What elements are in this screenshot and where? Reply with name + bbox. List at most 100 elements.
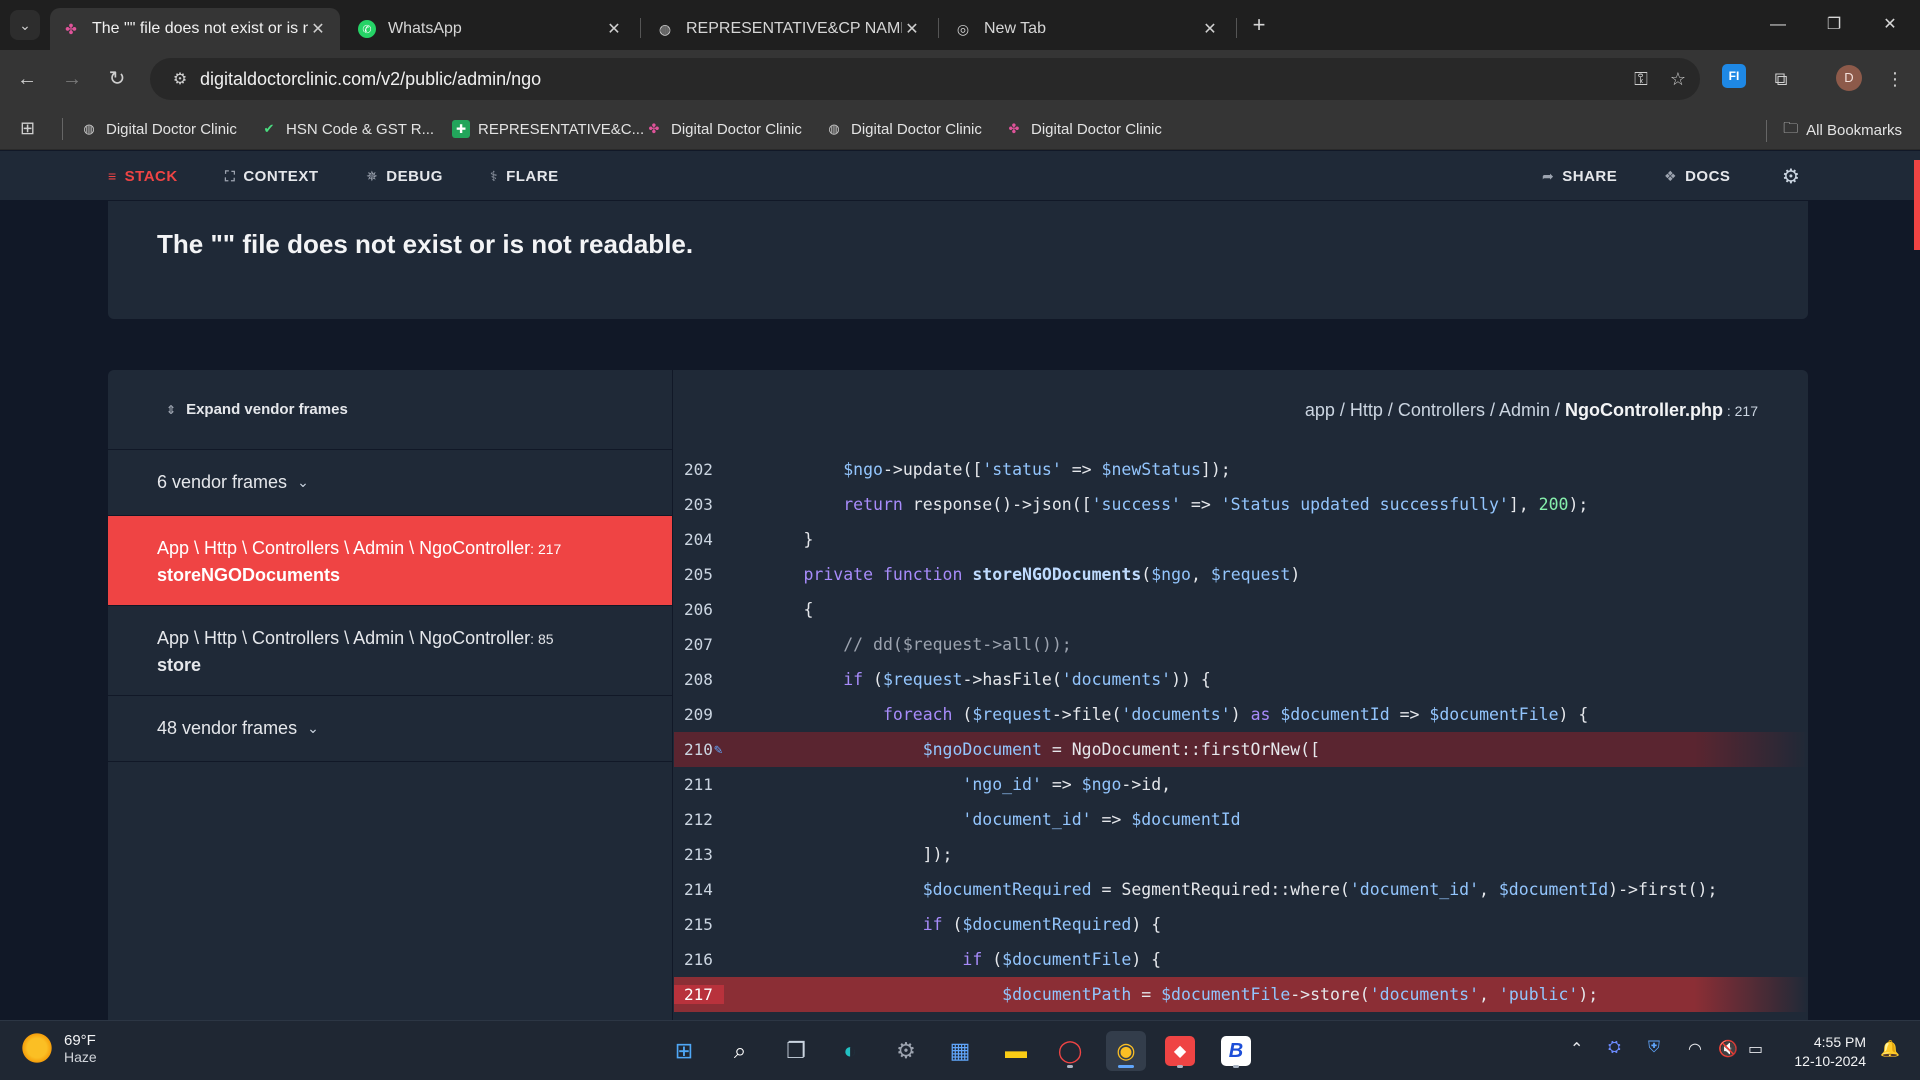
- task-view-button[interactable]: ❐: [776, 1031, 816, 1071]
- star-icon[interactable]: ☆: [1670, 69, 1686, 90]
- ignition-nav: ≡ STACK ⛶ CONTEXT ✵ DEBUG ⚕ FLARE ➦ SHAR…: [0, 151, 1920, 201]
- clock-time: 4:55 PM: [1813, 1034, 1866, 1050]
- code-line[interactable]: 214 $documentRequired = SegmentRequired:…: [674, 872, 1808, 907]
- code-line[interactable]: 202 $ngo->update(['status' => $newStatus…: [674, 452, 1808, 487]
- apps-grid-icon[interactable]: ⊞: [20, 118, 35, 139]
- notification-icon[interactable]: 🔔: [1880, 1039, 1900, 1059]
- flare-icon: ⚕: [490, 167, 499, 184]
- url-text[interactable]: digitaldoctorclinic.com/v2/public/admin/…: [200, 69, 541, 90]
- code-line[interactable]: 208 if ($request->hasFile('documents')) …: [674, 662, 1808, 697]
- settings-app-button[interactable]: ⚙: [886, 1031, 926, 1071]
- start-button[interactable]: ⊞: [664, 1031, 704, 1071]
- restore-button[interactable]: ❐: [1814, 10, 1854, 40]
- expand-vendor-frames-button[interactable]: ⇕ Expand vendor frames: [108, 370, 672, 450]
- nav-share[interactable]: ➦ SHARE: [1542, 151, 1617, 201]
- wifi-icon[interactable]: ◠: [1688, 1039, 1702, 1059]
- volume-muted-icon[interactable]: 🔇: [1718, 1039, 1738, 1059]
- extension-icon[interactable]: FI: [1722, 64, 1746, 88]
- address-bar[interactable]: ⚙ digitaldoctorclinic.com/v2/public/admi…: [150, 58, 1700, 100]
- line-number: 203: [684, 495, 713, 514]
- site-settings-icon[interactable]: ⚙: [160, 69, 200, 89]
- bookmark-item[interactable]: ◍ Digital Doctor Clinic: [80, 118, 237, 140]
- pencil-icon[interactable]: ✎: [714, 742, 722, 758]
- tab-representative[interactable]: ◍ REPRESENTATIVE&CP NAME ✕: [644, 8, 934, 50]
- close-icon[interactable]: ✕: [604, 19, 624, 39]
- edge-button[interactable]: ◐: [830, 1031, 870, 1071]
- stack-frame[interactable]: App \ Http \ Controllers \ Admin \ NgoCo…: [108, 516, 672, 606]
- code-line[interactable]: 205 private function storeNGODocuments($…: [674, 557, 1808, 592]
- minimize-button[interactable]: —: [1758, 10, 1798, 40]
- running-indicator: [1177, 1065, 1183, 1068]
- tab-new-tab[interactable]: ◎ New Tab ✕: [942, 8, 1232, 50]
- system-clock[interactable]: 4:55 PM 12-10-2024: [1794, 1033, 1866, 1071]
- reload-button[interactable]: ↻: [102, 64, 132, 94]
- bookmark-item[interactable]: ✔ HSN Code & GST R...: [260, 118, 435, 140]
- chevron-down-icon: ⌄: [307, 720, 319, 736]
- page-scrollbar[interactable]: [1914, 160, 1920, 250]
- nav-debug[interactable]: ✵ DEBUG: [366, 151, 443, 201]
- anydesk-button[interactable]: ◆: [1160, 1031, 1200, 1071]
- running-indicator: [1067, 1065, 1073, 1068]
- close-window-button[interactable]: ✕: [1870, 10, 1910, 40]
- restore-icon: ❐: [1826, 16, 1842, 33]
- weather-widget[interactable]: 69°F Haze: [20, 1031, 97, 1065]
- code-line[interactable]: 213 ]);: [674, 837, 1808, 872]
- nav-context[interactable]: ⛶ CONTEXT: [225, 151, 318, 201]
- code-line[interactable]: 203 return response()->json(['success' =…: [674, 487, 1808, 522]
- nav-docs[interactable]: ❖ DOCS: [1664, 151, 1730, 201]
- all-bookmarks-button[interactable]: 🗀 All Bookmarks: [1766, 118, 1902, 143]
- bookmark-item[interactable]: ✤ Digital Doctor Clinic: [1005, 118, 1162, 140]
- code-line[interactable]: 204 }: [674, 522, 1808, 557]
- code-line-error[interactable]: 217 $documentPath = $documentFile->store…: [674, 977, 1808, 1012]
- tab-title: WhatsApp: [388, 20, 462, 37]
- tab-search-button[interactable]: ⌄: [10, 10, 40, 40]
- code-line[interactable]: 207 // dd($request->all());: [674, 627, 1808, 662]
- code-line[interactable]: 209 foreach ($request->file('documents')…: [674, 697, 1808, 732]
- chrome-button[interactable]: ◉: [1106, 1031, 1146, 1071]
- opera-button[interactable]: ◯: [1050, 1031, 1090, 1071]
- bookmark-item[interactable]: ✚ REPRESENTATIVE&C...: [452, 118, 644, 140]
- store-button[interactable]: ▦: [940, 1031, 980, 1071]
- search-button[interactable]: ⌕: [720, 1031, 760, 1071]
- key-icon[interactable]: ⚿: [1634, 69, 1648, 90]
- avatar[interactable]: D: [1836, 65, 1862, 91]
- bootstrap-studio-button[interactable]: B: [1216, 1031, 1256, 1071]
- stack-frame[interactable]: App \ Http \ Controllers \ Admin \ NgoCo…: [108, 606, 672, 696]
- nav-stack[interactable]: ≡ STACK: [108, 151, 178, 201]
- extensions-button[interactable]: ⧉: [1766, 64, 1796, 94]
- close-icon[interactable]: ✕: [308, 19, 328, 39]
- teams-icon[interactable]: ⛭: [1608, 1039, 1621, 1057]
- vendor-frames-group[interactable]: 6 vendor frames ⌄: [108, 450, 672, 516]
- battery-icon[interactable]: ▭: [1748, 1039, 1763, 1059]
- code-line[interactable]: 216 if ($documentFile) {: [674, 942, 1808, 977]
- code-line[interactable]: 206 {: [674, 592, 1808, 627]
- new-tab-button[interactable]: +: [1246, 12, 1272, 38]
- code-line-highlighted[interactable]: 210 ✎ $ngoDocument = NgoDocument::firstO…: [674, 732, 1808, 767]
- code-line[interactable]: 212 'document_id' => $documentId: [674, 802, 1808, 837]
- forward-button[interactable]: →: [57, 64, 87, 94]
- menu-button[interactable]: ⋮: [1880, 64, 1910, 94]
- bookmark-item[interactable]: ✤ Digital Doctor Clinic: [645, 118, 802, 140]
- close-icon[interactable]: ✕: [1200, 19, 1220, 39]
- all-bookmarks-label: All Bookmarks: [1806, 122, 1902, 139]
- chevron-up-icon[interactable]: ⌃: [1570, 1039, 1583, 1059]
- arrow-right-icon: →: [62, 68, 82, 90]
- bookmark-label: HSN Code & GST R...: [286, 120, 435, 138]
- back-button[interactable]: ←: [12, 64, 42, 94]
- close-icon[interactable]: ✕: [902, 19, 922, 39]
- file-path[interactable]: app / Http / Controllers / Admin / NgoCo…: [1305, 400, 1758, 421]
- tab-error[interactable]: ✤ The "" file does not exist or is n ✕: [50, 8, 340, 50]
- settings-button[interactable]: ⚙: [1782, 151, 1800, 201]
- frame-method: storeNGODocuments: [157, 565, 341, 585]
- bug-icon: ✵: [366, 167, 379, 184]
- search-icon: ⌕: [733, 1038, 747, 1063]
- file-explorer-button[interactable]: ▬: [996, 1031, 1036, 1071]
- tab-whatsapp[interactable]: ✆ WhatsApp ✕: [346, 8, 636, 50]
- defender-icon[interactable]: ⛨: [1648, 1039, 1660, 1057]
- bookmark-item[interactable]: ◍ Digital Doctor Clinic: [825, 118, 982, 140]
- nav-flare[interactable]: ⚕ FLARE: [490, 151, 559, 201]
- code-line[interactable]: 211 'ngo_id' => $ngo->id,: [674, 767, 1808, 802]
- error-card: The "" file does not exist or is not rea…: [108, 201, 1808, 319]
- code-line[interactable]: 215 if ($documentRequired) {: [674, 907, 1808, 942]
- vendor-frames-group[interactable]: 48 vendor frames ⌄: [108, 696, 672, 762]
